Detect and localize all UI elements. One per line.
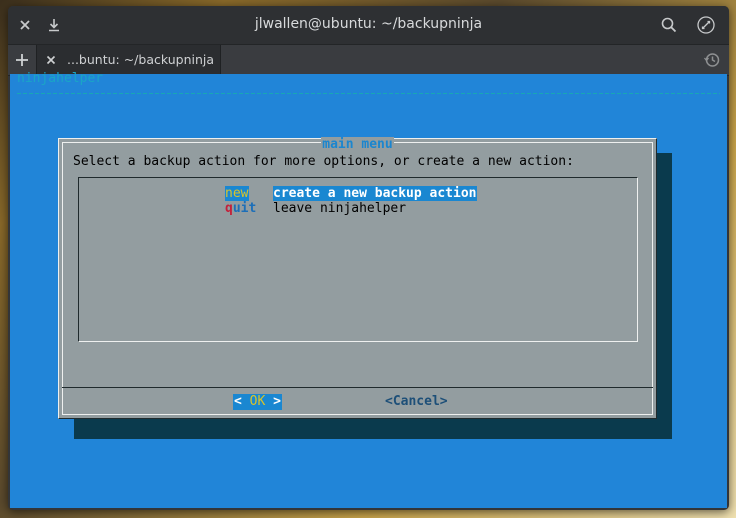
menu-item-tag: quit: [225, 201, 257, 216]
dialog-title: main menu: [321, 137, 394, 152]
menu-item-tag: new: [225, 186, 249, 201]
dialog-prompt: Select a backup action for more options,…: [73, 154, 574, 169]
menu-item-quit[interactable]: quit leave ninjahelper: [225, 201, 406, 216]
action-list[interactable]: new create a new backup action quit leave …: [78, 177, 638, 342]
terminal-header: ninjahelper: [17, 71, 104, 86]
terminal-window: jlwallen@ubuntu: ~/backupninja ...buntu:…: [8, 6, 729, 510]
menu-item-new[interactable]: new create a new backup action: [225, 186, 477, 201]
terminal-area[interactable]: ninjahelper main menu Select a backup ac…: [10, 71, 727, 508]
menu-item-description: create a new backup action: [273, 186, 477, 201]
history-icon[interactable]: [703, 51, 721, 69]
menu-dialog: main menu Select a backup action for mor…: [58, 137, 657, 419]
tab-bar: ...buntu: ~/backupninja: [8, 44, 729, 76]
window-title: jlwallen@ubuntu: ~/backupninja: [254, 16, 483, 32]
search-icon[interactable]: [659, 15, 679, 35]
header-divider: [17, 93, 720, 94]
menu-item-description: leave ninjahelper: [273, 201, 407, 216]
title-bar: jlwallen@ubuntu: ~/backupninja: [8, 6, 729, 44]
ok-button[interactable]: < OK >: [233, 394, 282, 410]
maximize-icon[interactable]: [696, 15, 716, 35]
tab-label: ...buntu: ~/backupninja: [67, 52, 215, 67]
close-icon[interactable]: [43, 52, 59, 68]
cancel-button[interactable]: <Cancel>: [385, 394, 448, 410]
button-divider: [62, 387, 653, 388]
plus-icon[interactable]: [12, 50, 32, 70]
